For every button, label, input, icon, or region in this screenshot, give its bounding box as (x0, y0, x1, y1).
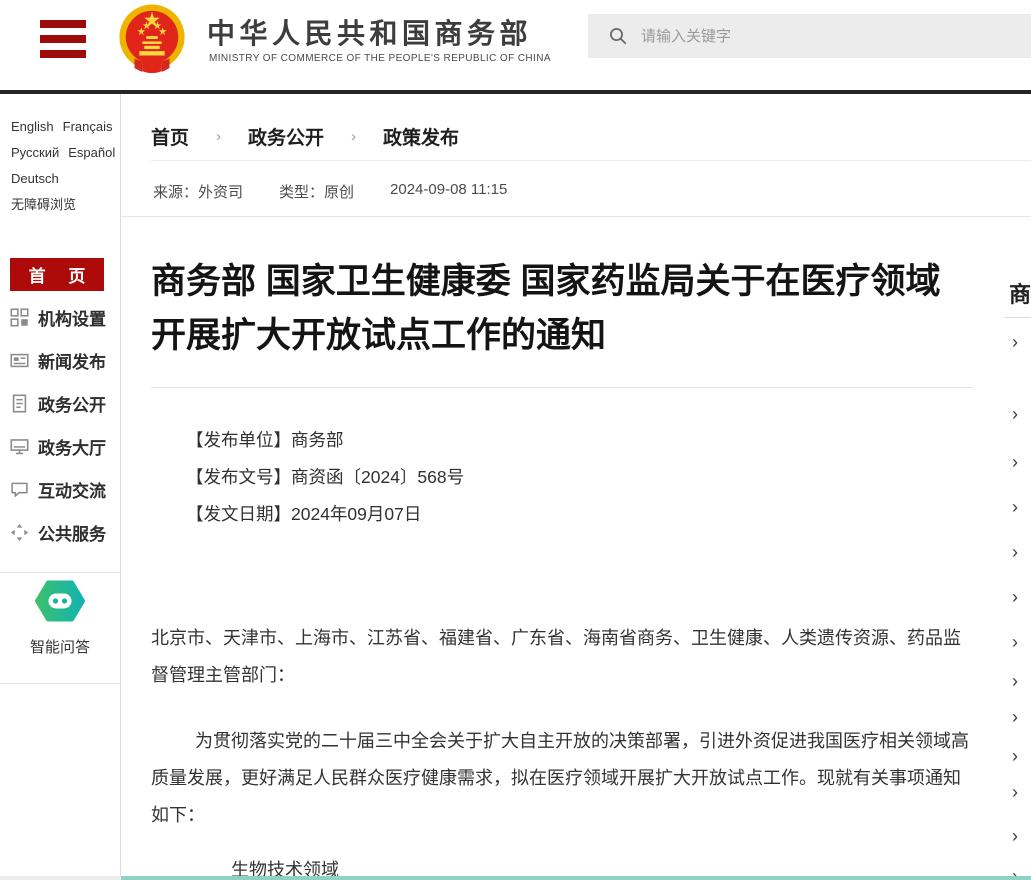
sidebar-divider (0, 572, 120, 573)
article-paragraph: 为贯彻落实党的二十届三中全会关于扩大自主开放的决策部署，引进外资促进我国医疗相关… (151, 723, 971, 834)
sidebar-item-service-hall[interactable]: 政务大厅 (0, 425, 120, 468)
bottom-edge-gray (0, 876, 121, 880)
sidebar-item-label: 新闻发布 (38, 348, 106, 373)
chevron-separator-icon: › (351, 128, 356, 145)
document-icon (10, 394, 29, 413)
chevron-right-icon[interactable]: › (1012, 783, 1018, 801)
smart-qa-label: 智能问答 (0, 636, 120, 657)
sidebar-nav: 机构设置 新闻发布 政务公开 (0, 296, 120, 554)
chevron-right-icon[interactable]: › (1012, 672, 1018, 690)
newspaper-icon (10, 351, 29, 370)
chevron-right-icon[interactable]: › (1012, 405, 1018, 423)
accessibility-link[interactable]: 无障碍浏览 (11, 197, 76, 212)
chevron-separator-icon: › (216, 128, 221, 145)
article-title: 商务部 国家卫生健康委 国家药监局关于在医疗领域开展扩大开放试点工作的通知 (151, 255, 971, 363)
monitor-icon (10, 437, 29, 456)
chevron-right-icon[interactable]: › (1012, 453, 1018, 471)
breadcrumb-home[interactable]: 首页 (151, 123, 189, 150)
site-subtitle: MINISTRY OF COMMERCE OF THE PEOPLE'S REP… (209, 53, 551, 64)
sidebar-item-label: 机构设置 (38, 305, 106, 330)
smart-qa-robot-icon (34, 580, 86, 622)
search-icon[interactable] (609, 27, 627, 45)
breadcrumb-gov-affairs[interactable]: 政务公开 (248, 123, 324, 150)
sidebar-item-home[interactable]: 首 页 (10, 258, 104, 291)
field-issuing-unit: 【发布单位】商务部 (186, 422, 464, 459)
divider (151, 160, 1031, 161)
chevron-right-icon[interactable]: › (1012, 588, 1018, 606)
search-box[interactable] (588, 14, 1031, 58)
page: 中华人民共和国商务部 MINISTRY OF COMMERCE OF THE P… (0, 0, 1031, 880)
chevron-right-icon[interactable]: › (1012, 708, 1018, 726)
field-issue-date: 【发文日期】2024年09月07日 (186, 496, 464, 533)
publication-fields: 【发布单位】商务部 【发布文号】商资函〔2024〕568号 【发文日期】2024… (186, 422, 464, 533)
bottom-edge-teal-rule (121, 876, 1031, 880)
sidebar-item-public-service[interactable]: 公共服务 (0, 511, 120, 554)
related-panel-heading-partial: 商 (1009, 277, 1031, 309)
service-compass-icon (10, 523, 29, 542)
chat-icon (10, 480, 29, 499)
language-switcher: English Français Русский Español Deutsch 无… (11, 114, 119, 218)
chevron-right-icon[interactable]: › (1012, 747, 1018, 765)
divider (121, 216, 1031, 217)
sidebar-divider (0, 683, 120, 684)
smart-qa-widget[interactable]: 智能问答 (0, 580, 120, 657)
sidebar-item-interaction[interactable]: 互动交流 (0, 468, 120, 511)
sidebar-item-news[interactable]: 新闻发布 (0, 339, 120, 382)
sidebar-border (120, 94, 121, 876)
article-datetime: 2024-09-08 11:15 (390, 181, 507, 202)
header: 中华人民共和国商务部 MINISTRY OF COMMERCE OF THE P… (0, 0, 1031, 90)
sidebar-item-gov-affairs[interactable]: 政务公开 (0, 382, 120, 425)
lang-francais[interactable]: Français (63, 119, 113, 134)
lang-deutsch[interactable]: Deutsch (11, 171, 59, 186)
divider (151, 387, 973, 388)
header-divider (0, 90, 1031, 94)
field-document-number: 【发布文号】商资函〔2024〕568号 (186, 459, 464, 496)
chevron-right-icon[interactable]: › (1012, 633, 1018, 651)
chevron-right-icon[interactable]: › (1012, 333, 1018, 351)
chevron-right-icon[interactable]: › (1012, 827, 1018, 845)
lang-espanol[interactable]: Español (68, 145, 115, 160)
sidebar-item-label: 公共服务 (38, 520, 106, 545)
breadcrumb-policy-release[interactable]: 政策发布 (383, 123, 459, 150)
breadcrumb: 首页 › 政务公开 › 政策发布 (151, 123, 459, 150)
search-input[interactable] (641, 28, 971, 45)
article-meta: 来源：外资司 类型：原创 2024-09-08 11:15 (153, 181, 507, 202)
org-chart-icon (10, 308, 29, 327)
article-source: 来源：外资司 (153, 181, 243, 202)
chevron-right-icon[interactable]: › (1012, 498, 1018, 516)
hamburger-bar (40, 35, 86, 43)
hamburger-bar (40, 20, 86, 28)
national-emblem-logo[interactable] (117, 3, 187, 80)
hamburger-bar (40, 50, 86, 58)
article-type: 类型：原创 (279, 181, 354, 202)
chevron-right-icon[interactable]: › (1012, 543, 1018, 561)
article-paragraph: 北京市、天津市、上海市、江苏省、福建省、广东省、海南省商务、卫生健康、人类遗传资… (151, 620, 971, 694)
sidebar-item-label: 政务大厅 (38, 434, 106, 459)
hamburger-menu-icon[interactable] (40, 20, 86, 58)
lang-english[interactable]: English (11, 119, 54, 134)
site-title: 中华人民共和国商务部 (207, 12, 532, 52)
sidebar-item-organization[interactable]: 机构设置 (0, 296, 120, 339)
sidebar-item-label: 互动交流 (38, 477, 106, 502)
divider (1005, 317, 1031, 318)
lang-russian[interactable]: Русский (11, 145, 59, 160)
sidebar-item-label: 政务公开 (38, 391, 106, 416)
